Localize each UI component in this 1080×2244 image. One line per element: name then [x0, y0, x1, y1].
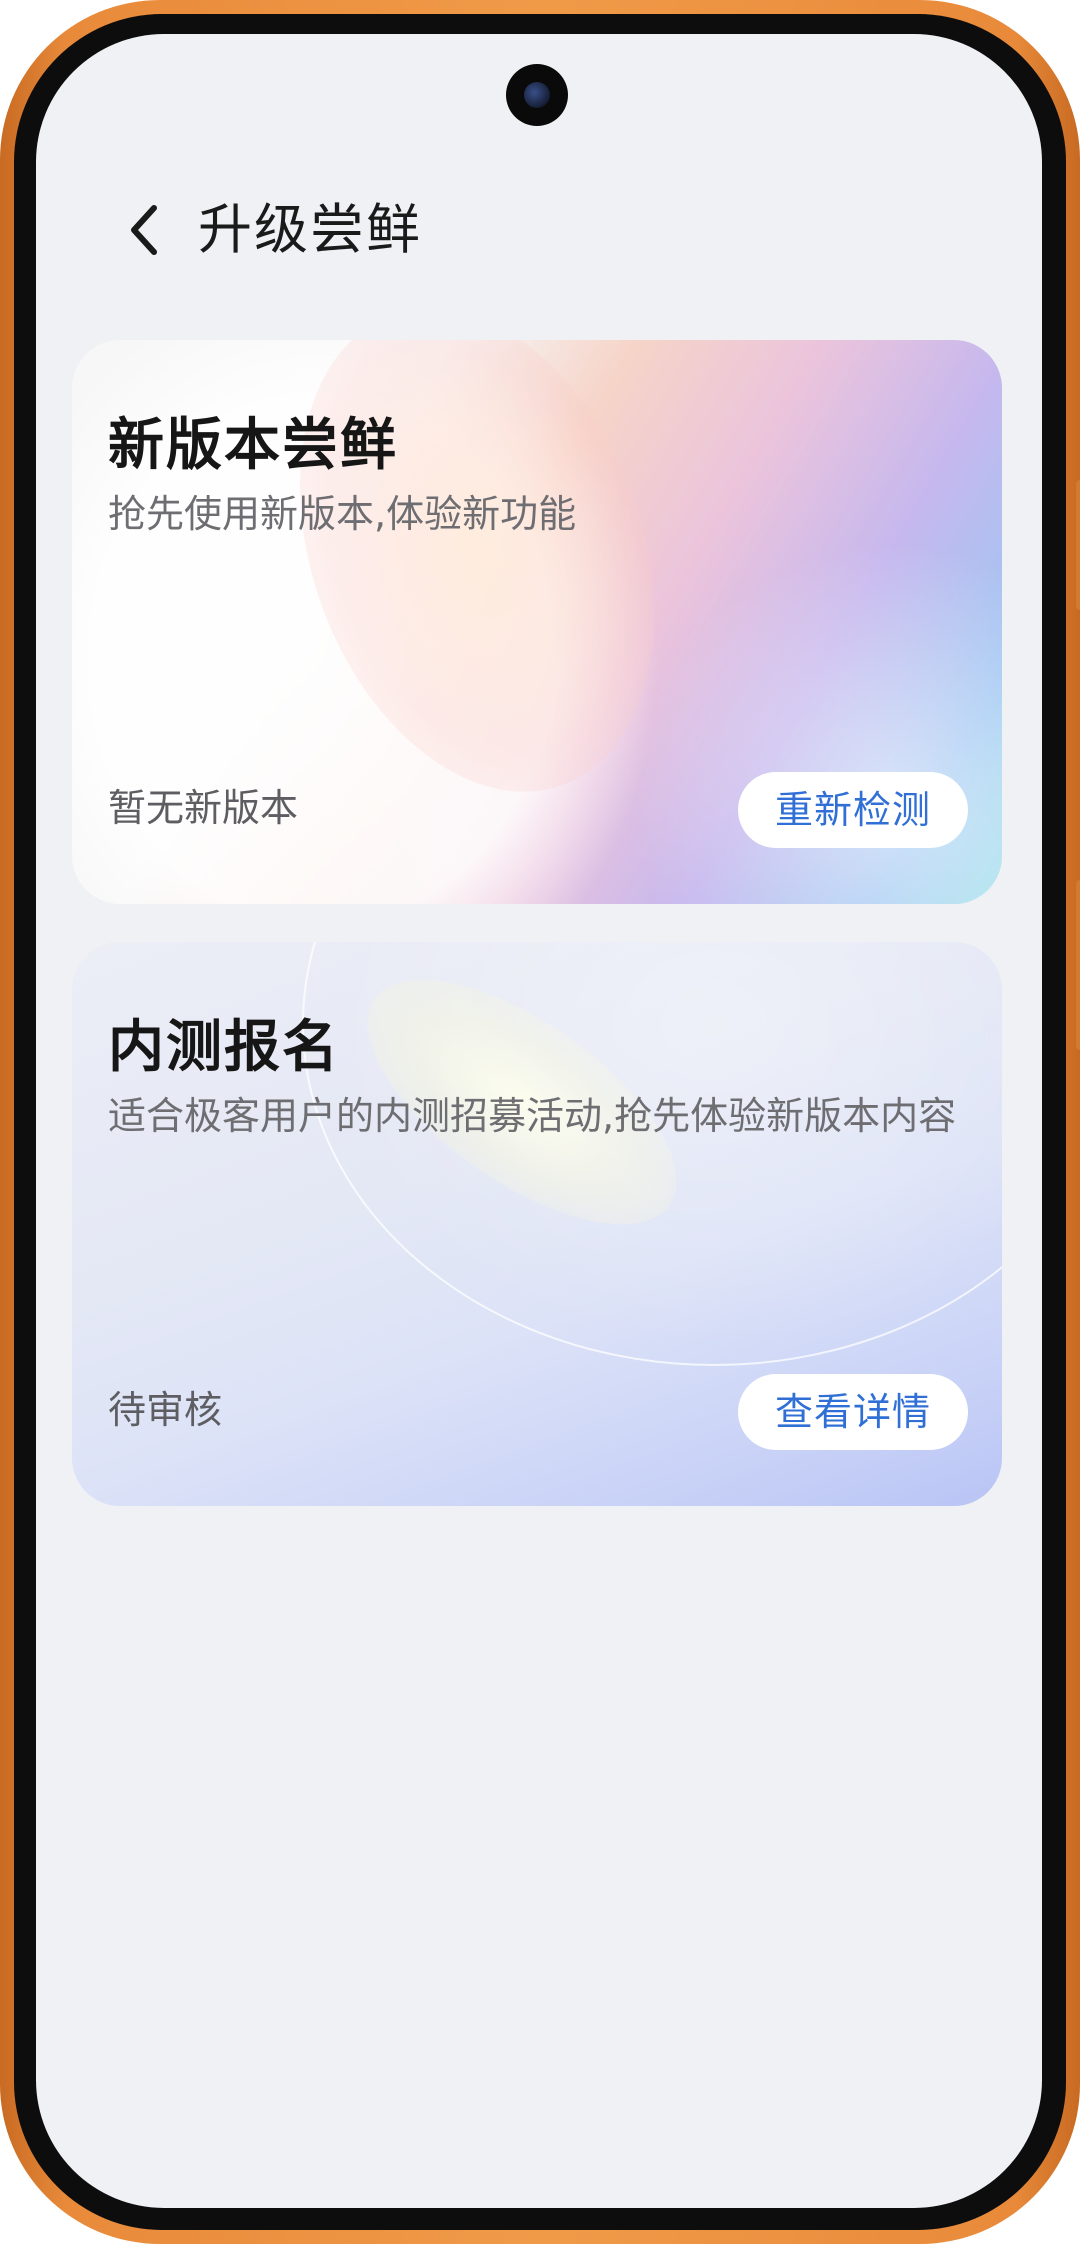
card-status: 待审核 [108, 1388, 223, 1432]
phone-frame: 升级尝鲜 新版本尝鲜 抢先使用新版本,体验新功能 暂无新版本 重新检测 内测报名… [0, 0, 1080, 2244]
view-details-button[interactable]: 查看详情 [738, 1374, 968, 1450]
new-version-card: 新版本尝鲜 抢先使用新版本,体验新功能 暂无新版本 重新检测 [72, 340, 1002, 904]
back-button[interactable] [116, 200, 176, 260]
card-description: 抢先使用新版本,体验新功能 [108, 492, 577, 536]
recheck-button[interactable]: 重新检测 [738, 772, 968, 848]
card-status: 暂无新版本 [108, 786, 299, 830]
beta-signup-card: 内测报名 适合极客用户的内测招募活动,抢先体验新版本内容 待审核 查看详情 [72, 942, 1002, 1506]
front-camera-icon [506, 64, 568, 126]
card-title: 新版本尝鲜 [108, 413, 398, 478]
page-title: 升级尝鲜 [198, 198, 422, 261]
volume-button [1076, 480, 1080, 610]
chevron-left-icon [131, 205, 157, 255]
card-title: 内测报名 [108, 1015, 340, 1080]
card-description: 适合极客用户的内测招募活动,抢先体验新版本内容 [108, 1094, 957, 1138]
screen: 升级尝鲜 新版本尝鲜 抢先使用新版本,体验新功能 暂无新版本 重新检测 内测报名… [36, 34, 1042, 2208]
header: 升级尝鲜 [36, 194, 1042, 274]
power-button [1076, 880, 1080, 1050]
